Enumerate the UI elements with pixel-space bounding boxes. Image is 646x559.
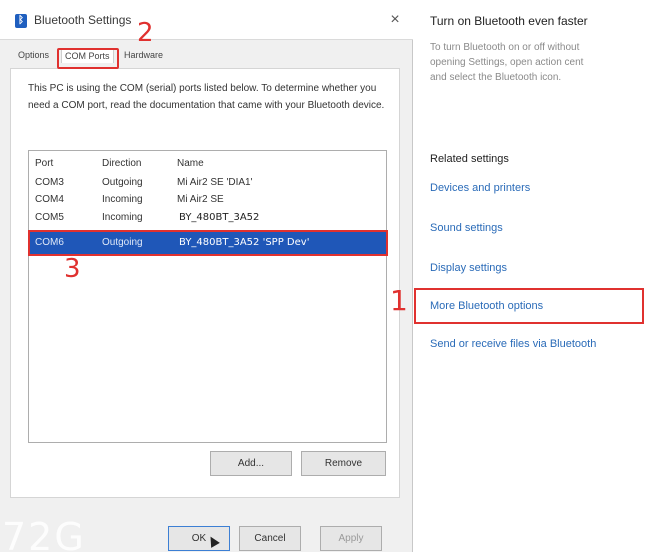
display-settings-link[interactable]: Display settings [430, 262, 507, 274]
port-cell: COM3 [35, 177, 64, 188]
annotation-step-2: 2 [137, 18, 154, 48]
add-button[interactable]: Add... [210, 451, 292, 476]
com-ports-list[interactable]: Port Direction Name COM3 Outgoing Mi Air… [28, 150, 387, 443]
annotation-box-com-ports-tab [57, 48, 119, 69]
annotation-box-more-bluetooth-options [414, 288, 644, 324]
direction-cell: Incoming [102, 212, 143, 223]
bluetooth-icon: ᛒ [15, 14, 27, 28]
com-ports-description: This PC is using the COM (serial) ports … [28, 83, 385, 111]
dialog-title: Bluetooth Settings [34, 13, 132, 27]
description-line: and select the Bluetooth icon. [430, 72, 562, 83]
send-receive-files-link[interactable]: Send or receive files via Bluetooth [430, 338, 596, 350]
annotation-step-1: 1 [390, 284, 408, 317]
close-button[interactable]: × [382, 8, 408, 32]
sound-settings-link[interactable]: Sound settings [430, 222, 503, 234]
column-header-name[interactable]: Name [177, 158, 204, 169]
description-line: To turn Bluetooth on or off without [430, 42, 580, 53]
list-item[interactable]: COM4 Incoming Mi Air2 SE [29, 192, 386, 208]
remove-button[interactable]: Remove [301, 451, 386, 476]
direction-cell: Outgoing [102, 177, 143, 188]
list-header: Port Direction Name [29, 151, 386, 173]
quick-toggle-description: To turn Bluetooth on or off without open… [430, 40, 645, 85]
cancel-button[interactable]: Cancel [239, 526, 301, 551]
watermark: 72G [2, 515, 86, 559]
annotation-box-selected-row [28, 230, 388, 256]
tab-hardware[interactable]: Hardware [124, 50, 163, 60]
port-cell: COM5 [35, 212, 64, 223]
annotation-step-3: 3 [64, 254, 81, 284]
description-line: opening Settings, open action cent [430, 57, 584, 68]
column-header-direction[interactable]: Direction [102, 158, 141, 169]
ok-button[interactable]: OK [168, 526, 230, 551]
dialog-titlebar: ᛒ Bluetooth Settings × [0, 0, 413, 40]
related-settings-heading: Related settings [430, 153, 509, 165]
port-cell: COM4 [35, 194, 64, 205]
direction-cell: Incoming [102, 194, 143, 205]
name-cell: Mi Air2 SE 'DIA1' [177, 177, 253, 188]
devices-and-printers-link[interactable]: Devices and printers [430, 182, 530, 194]
list-item[interactable]: COM5 Incoming BY_480BT_3A52 [29, 210, 386, 226]
bluetooth-settings-dialog: ᛒ Bluetooth Settings × Options COM Ports… [0, 0, 413, 559]
quick-toggle-title: Turn on Bluetooth even faster [430, 14, 588, 28]
bluetooth-settings-pane: Turn on Bluetooth even faster To turn Bl… [414, 0, 646, 552]
apply-button[interactable]: Apply [320, 526, 382, 551]
name-cell: BY_480BT_3A52 [177, 212, 262, 223]
tab-options[interactable]: Options [18, 50, 49, 60]
name-cell: Mi Air2 SE [177, 194, 224, 205]
list-item[interactable]: COM3 Outgoing Mi Air2 SE 'DIA1' [29, 175, 386, 191]
column-header-port[interactable]: Port [35, 158, 53, 169]
